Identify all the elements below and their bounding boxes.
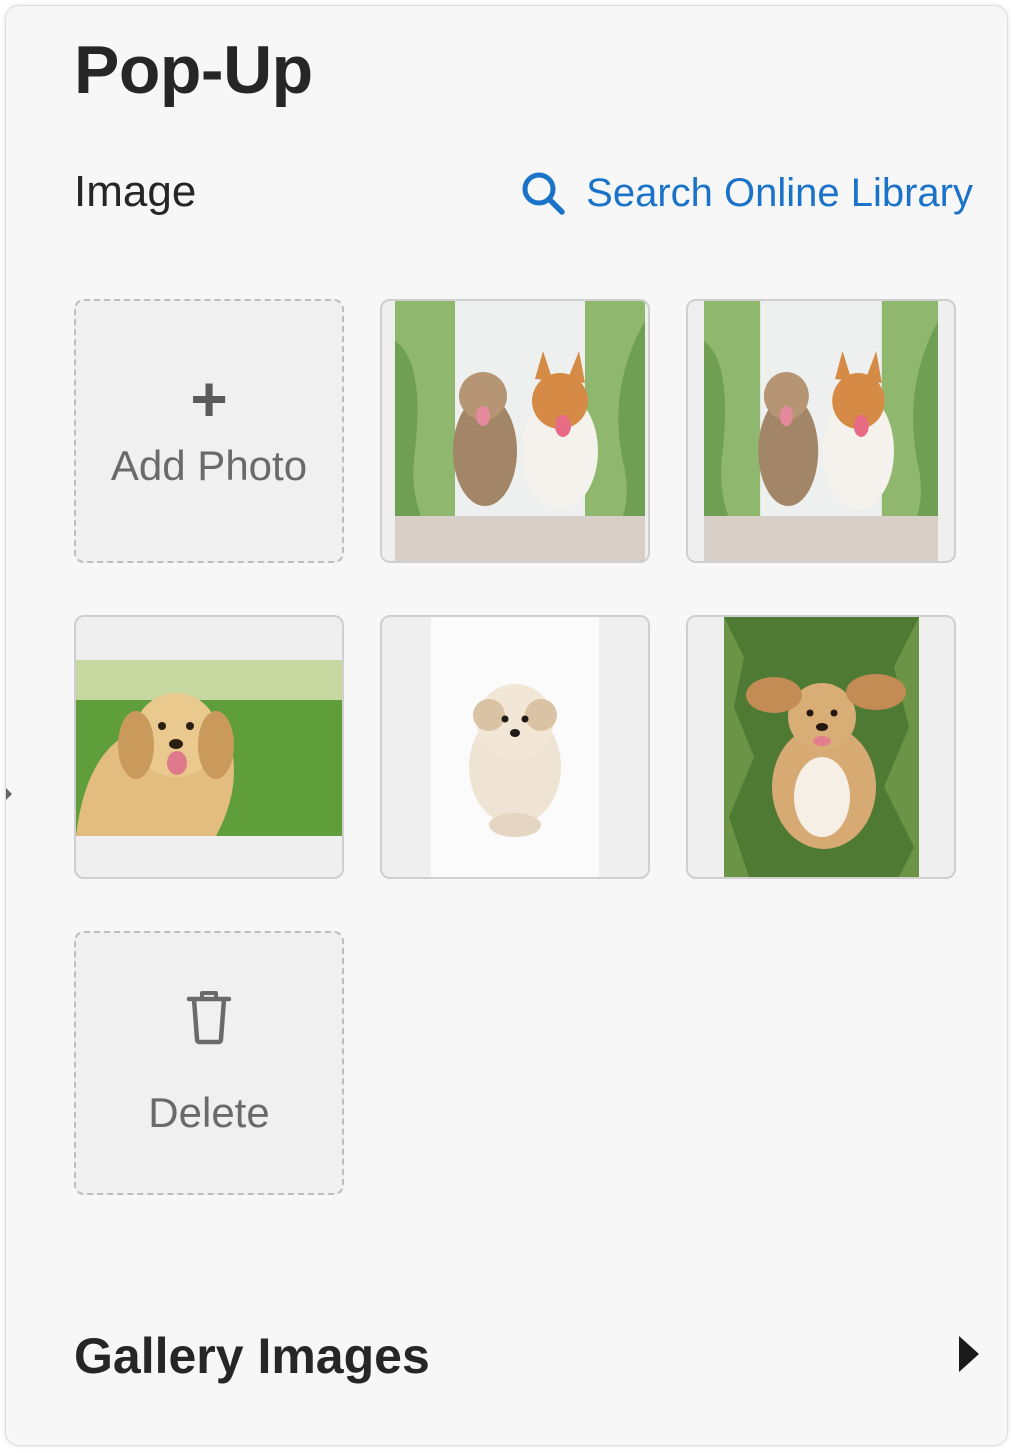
popup-panel: Pop-Up Image Search Online Library + Add… bbox=[5, 5, 1008, 1446]
trash-icon bbox=[185, 989, 233, 1050]
photo-thumbnail[interactable] bbox=[686, 615, 956, 879]
delete-button[interactable]: Delete bbox=[74, 931, 344, 1195]
dogs-path-photo bbox=[704, 301, 938, 561]
photo-thumbnail[interactable] bbox=[74, 615, 344, 879]
spaniel-grass-photo bbox=[724, 617, 919, 877]
dogs-path-photo bbox=[395, 301, 645, 561]
delete-label: Delete bbox=[148, 1088, 270, 1136]
gallery-images-label[interactable]: Gallery Images bbox=[74, 1326, 430, 1386]
golden-retriever-photo bbox=[76, 660, 342, 836]
collapse-caret-icon[interactable] bbox=[6, 788, 12, 800]
search-online-library-link[interactable]: Search Online Library bbox=[520, 168, 973, 218]
white-puppy-photo bbox=[431, 617, 599, 877]
add-photo-label: Add Photo bbox=[110, 442, 308, 489]
photo-thumbnail[interactable] bbox=[686, 299, 956, 563]
plus-icon: + bbox=[190, 363, 228, 435]
search-online-library-label: Search Online Library bbox=[586, 171, 973, 215]
search-icon bbox=[520, 170, 566, 216]
panel-title: Pop-Up bbox=[74, 32, 313, 108]
photo-thumbnail[interactable] bbox=[380, 615, 650, 879]
chevron-right-icon[interactable] bbox=[959, 1336, 979, 1372]
image-section-label: Image bbox=[74, 167, 197, 216]
photo-thumbnail[interactable] bbox=[380, 299, 650, 563]
add-photo-button[interactable]: + Add Photo bbox=[74, 299, 344, 563]
